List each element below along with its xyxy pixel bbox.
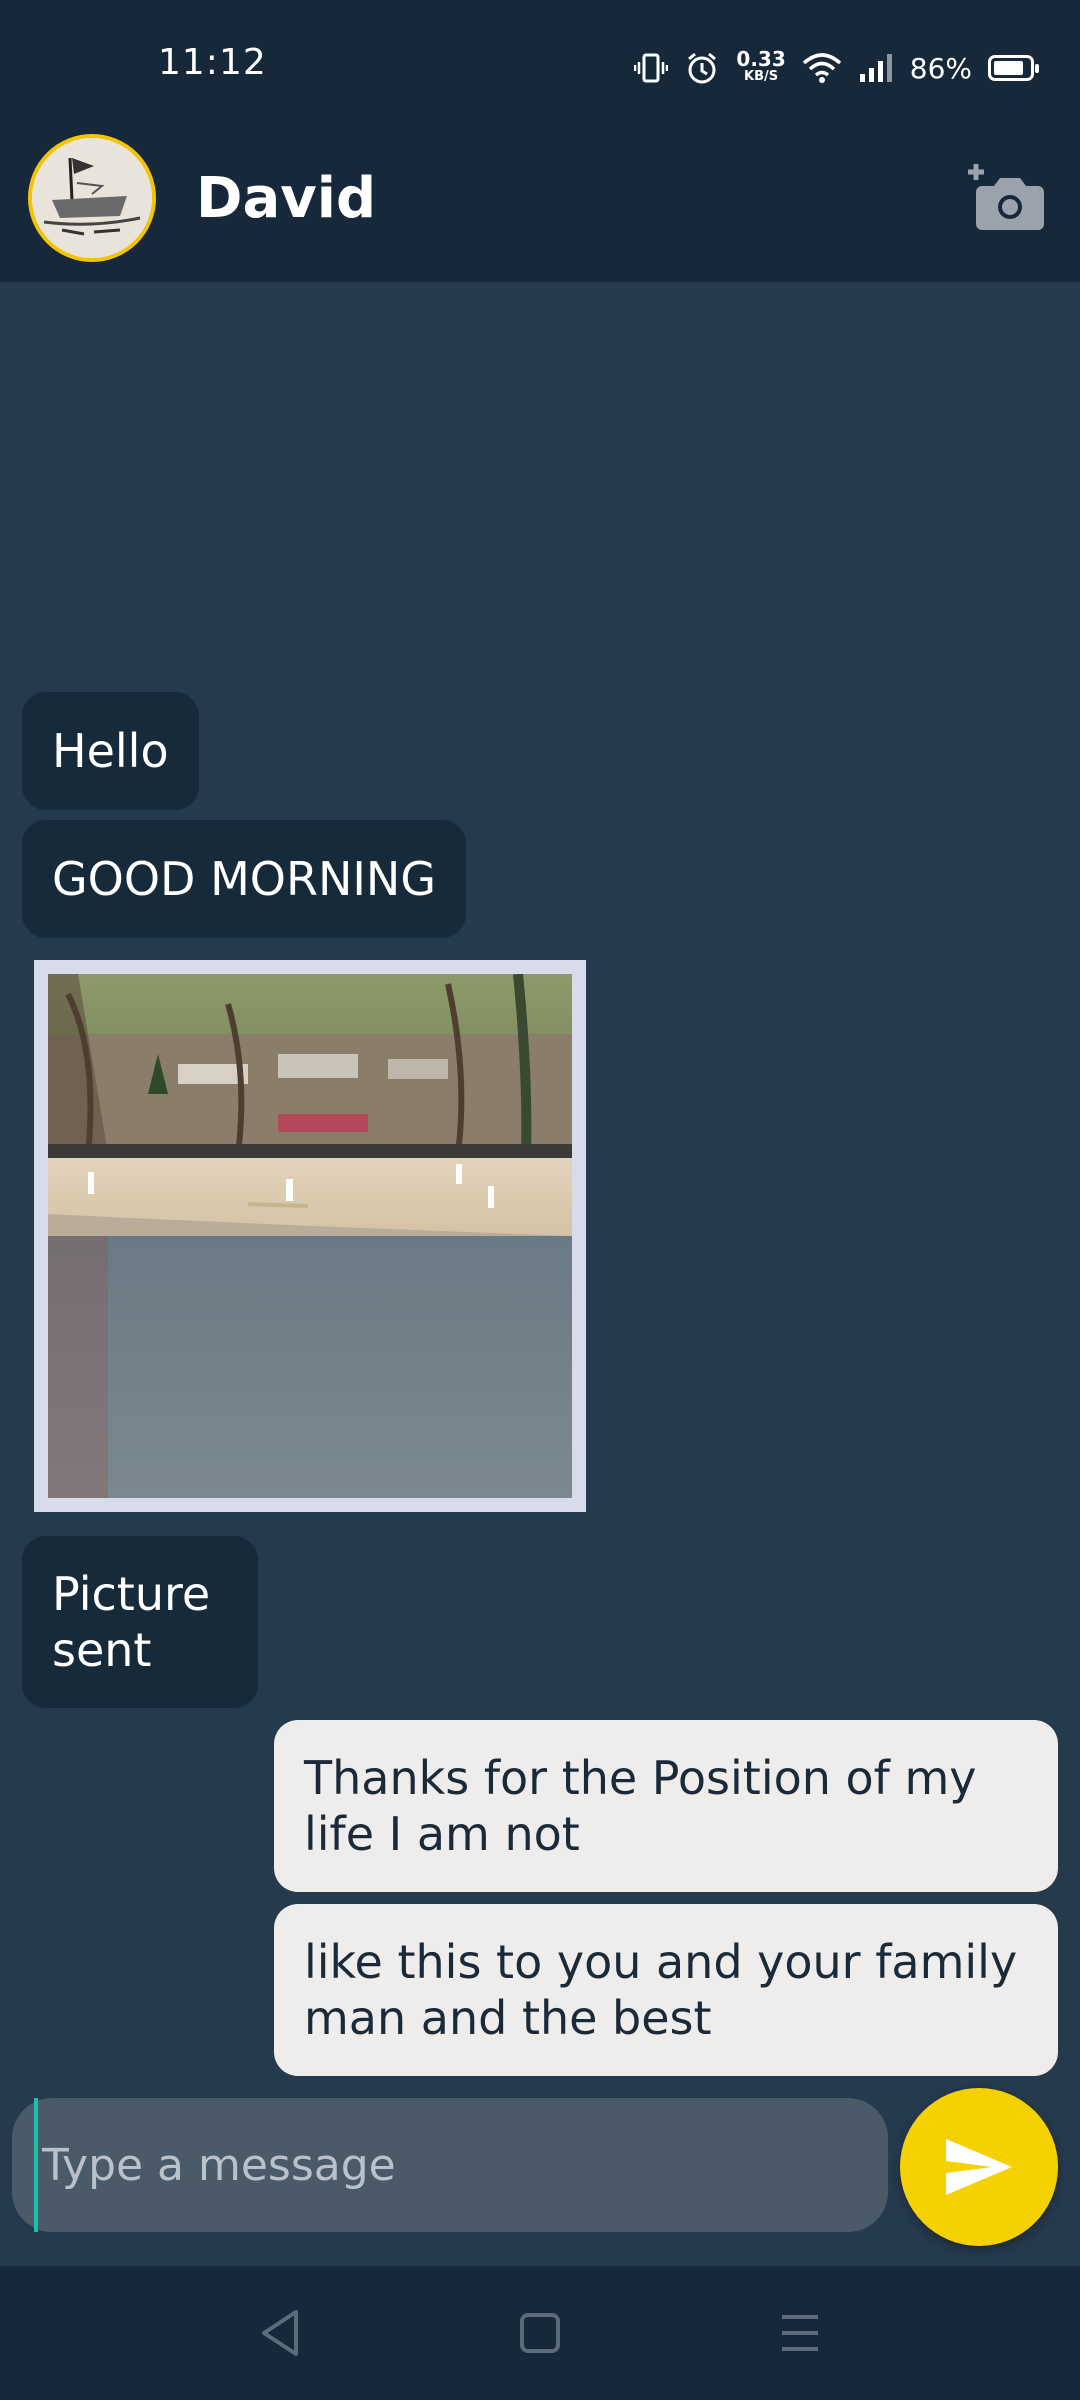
add-photo-camera-icon[interactable] [966, 162, 1044, 232]
message-list[interactable]: Hello GOOD MORNING Picture sent Thanks f… [0, 282, 1080, 2092]
send-icon [946, 2139, 1012, 2195]
incoming-message[interactable]: Picture sent [22, 1536, 258, 1708]
chat-header: David [0, 134, 1080, 282]
contact-name[interactable]: David [196, 166, 376, 231]
home-icon[interactable] [518, 2308, 562, 2358]
message-text: GOOD MORNING [52, 852, 436, 906]
outgoing-message[interactable]: like this to you and your family man and… [274, 1904, 1058, 2076]
incoming-message[interactable]: GOOD MORNING [22, 820, 466, 938]
battery-icon [988, 55, 1039, 81]
back-icon[interactable] [258, 2308, 302, 2358]
status-icons: 0.33 KB/S 86% [634, 47, 1039, 88]
status-time: 11:12 [158, 42, 267, 83]
message-text: Thanks for the Position of my life I am … [304, 1751, 977, 1861]
message-input[interactable] [34, 2098, 854, 2232]
boat-sketch-image [32, 138, 152, 258]
message-text: like this to you and your family man and… [304, 1935, 1018, 2045]
vibrate-icon [634, 53, 669, 83]
net-speed-unit: KB/S [744, 69, 779, 84]
incoming-message[interactable]: Hello [22, 692, 199, 810]
send-button[interactable] [900, 2088, 1058, 2246]
alarm-icon [688, 52, 717, 84]
wifi-icon [802, 53, 841, 83]
signal-icon [859, 54, 892, 82]
message-text: Picture sent [52, 1567, 211, 1677]
menu-icon[interactable] [778, 2308, 822, 2358]
message-composer [12, 2098, 888, 2232]
battery-percent: 86% [909, 51, 972, 85]
net-speed: 0.33 KB/S [736, 47, 786, 86]
message-text: Hello [52, 724, 169, 778]
system-nav-bar [0, 2266, 1080, 2400]
net-speed-value: 0.33 [736, 47, 786, 71]
status-bar: 11:12 0.33 KB/S 86% [0, 0, 1080, 134]
outgoing-message[interactable]: Thanks for the Position of my life I am … [274, 1720, 1058, 1892]
shared-photo [48, 974, 572, 1498]
incoming-image-message[interactable] [34, 960, 586, 1512]
contact-avatar[interactable] [28, 134, 156, 262]
